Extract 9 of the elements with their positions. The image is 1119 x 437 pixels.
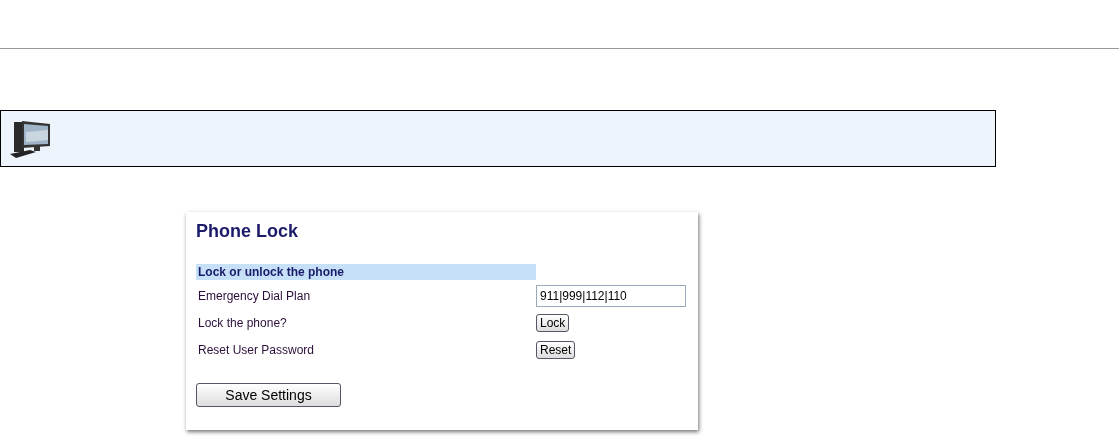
field-label: Reset User Password (197, 342, 316, 357)
input-field[interactable]: 911|999|112|110 (536, 284, 686, 307)
save-button[interactable]: Save Settings (196, 383, 341, 407)
action-button[interactable]: Reset (536, 340, 576, 359)
field-label: Emergency Dial Plan (197, 288, 312, 303)
field-label: Lock the phone? (197, 315, 288, 330)
action-button[interactable]: Lock (536, 313, 570, 332)
section-header: Lock or unlock the phone (196, 264, 536, 280)
panel-title: Phone Lock (196, 221, 298, 242)
